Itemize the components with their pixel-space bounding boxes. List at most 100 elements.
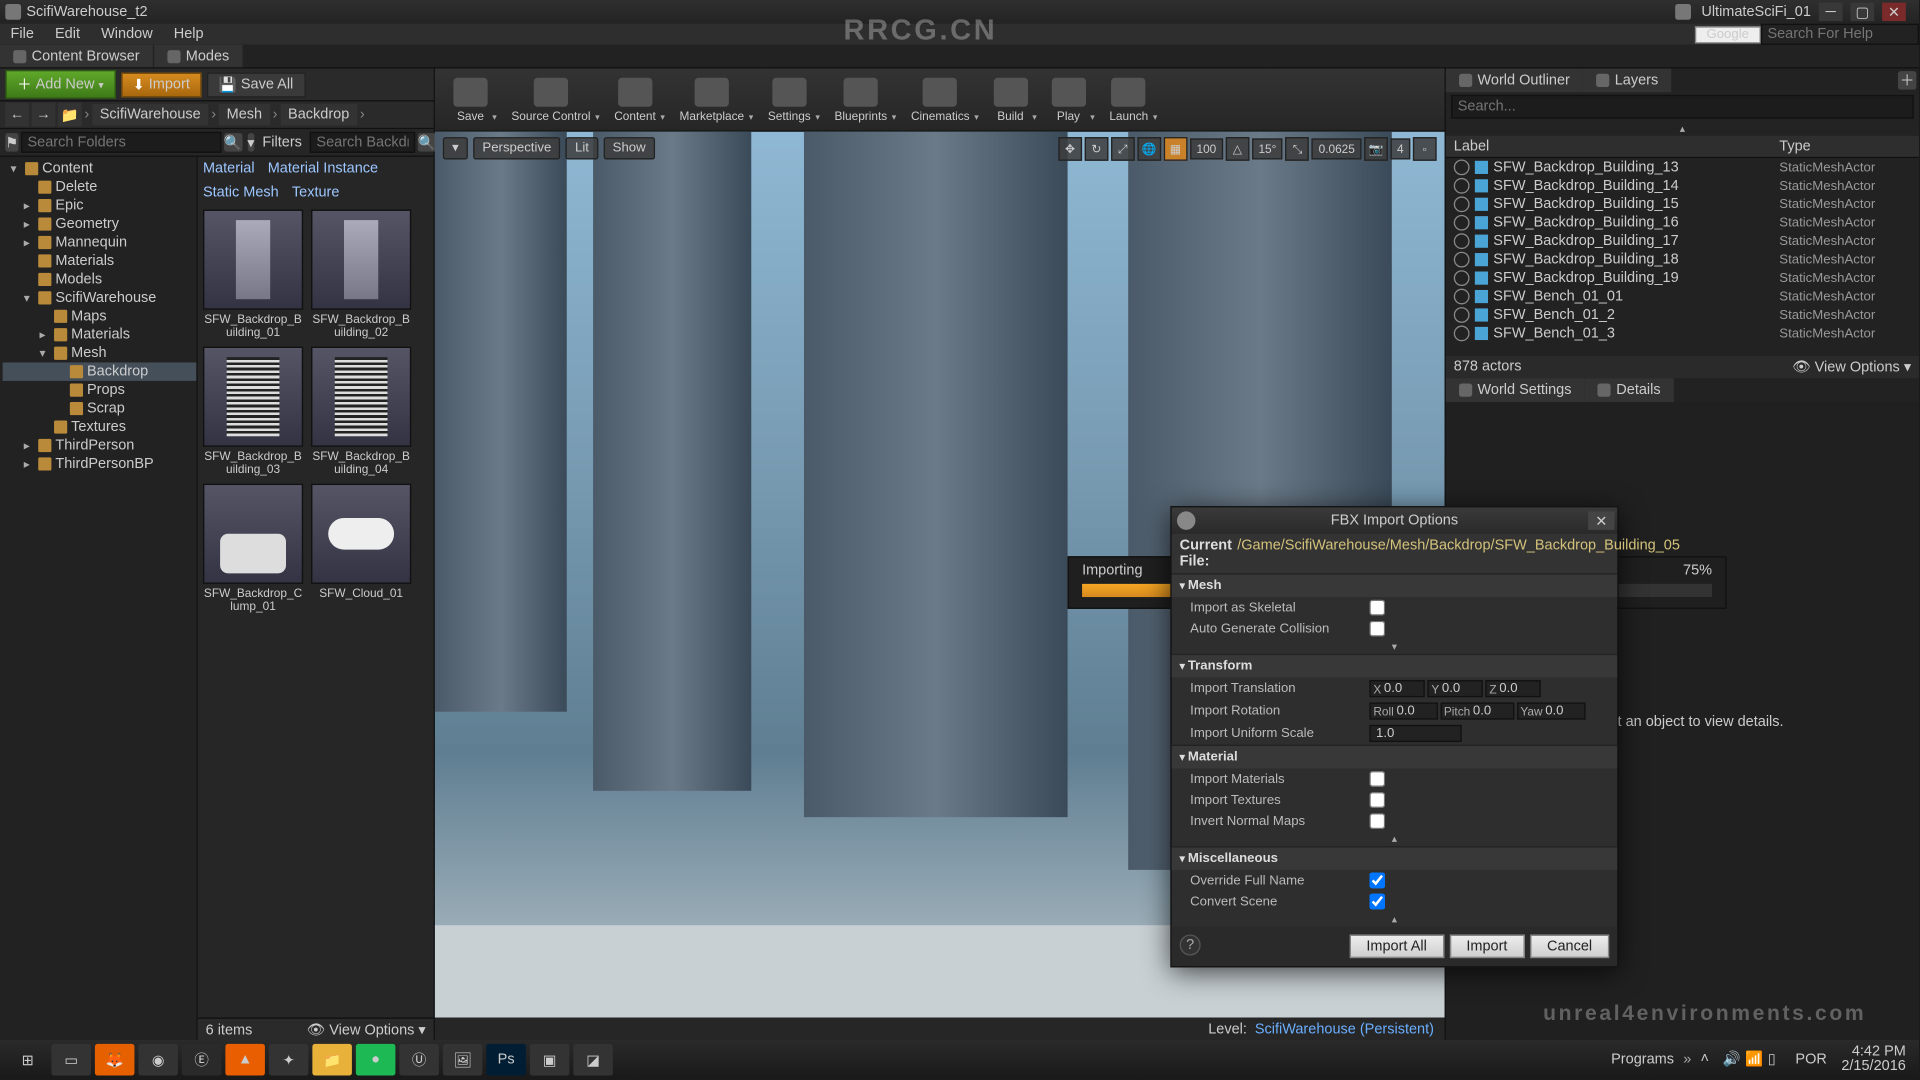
outliner-row[interactable]: SFW_Backdrop_Building_17StaticMeshActor bbox=[1446, 232, 1919, 250]
taskbar-unreal[interactable]: Ⓤ bbox=[399, 1044, 439, 1076]
scale-mode-icon[interactable]: ⤢ bbox=[1111, 137, 1135, 161]
cancel-button[interactable]: Cancel bbox=[1530, 934, 1609, 958]
close-button[interactable]: ✕ bbox=[1882, 3, 1906, 21]
taskbar-vlc[interactable]: ▲ bbox=[225, 1044, 265, 1076]
tree-item[interactable]: ▾Mesh bbox=[3, 344, 197, 362]
outliner-row[interactable]: SFW_Backdrop_Building_16StaticMeshActor bbox=[1446, 214, 1919, 232]
outliner-row[interactable]: SFW_Backdrop_Building_19StaticMeshActor bbox=[1446, 269, 1919, 287]
minimize-button[interactable]: ─ bbox=[1819, 3, 1843, 21]
tree-item[interactable]: ▾ScifiWarehouse bbox=[3, 289, 197, 307]
tab-layers[interactable]: Layers bbox=[1583, 69, 1671, 93]
outliner-row[interactable]: SFW_Backdrop_Building_14StaticMeshActor bbox=[1446, 177, 1919, 195]
tool-source-control[interactable]: Source Control▾ bbox=[501, 74, 601, 124]
rotate-mode-icon[interactable]: ↻ bbox=[1084, 137, 1108, 161]
snap-angle-icon[interactable]: △ bbox=[1226, 137, 1250, 161]
outliner-row[interactable]: SFW_Backdrop_Building_18StaticMeshActor bbox=[1446, 250, 1919, 268]
asset-grid[interactable]: SFW_Backdrop_Building_01SFW_Backdrop_Bui… bbox=[198, 204, 434, 1017]
save-all-button[interactable]: 💾Save All bbox=[207, 72, 305, 97]
tray-volume-icon[interactable]: 🔊 bbox=[1723, 1050, 1741, 1068]
check-import-materials[interactable] bbox=[1369, 771, 1385, 787]
tree-item[interactable]: Textures bbox=[3, 418, 197, 436]
outliner-row[interactable]: SFW_Backdrop_Building_15StaticMeshActor bbox=[1446, 195, 1919, 213]
check-import-textures[interactable] bbox=[1369, 792, 1385, 808]
crumb-2[interactable]: Backdrop bbox=[280, 104, 357, 125]
taskbar-firefox[interactable]: 🦊 bbox=[95, 1044, 135, 1076]
taskbar-app1[interactable]: ✦ bbox=[269, 1044, 309, 1076]
tool-content[interactable]: Content▾ bbox=[604, 74, 667, 124]
snap-scale-icon[interactable]: ⤡ bbox=[1286, 137, 1310, 161]
tab-modes[interactable]: Modes bbox=[154, 45, 244, 67]
check-auto-collision[interactable] bbox=[1369, 621, 1385, 637]
tool-save[interactable]: Save▾ bbox=[443, 74, 498, 124]
filter-icon[interactable]: ⚑ bbox=[5, 133, 18, 151]
tool-build[interactable]: Build▾ bbox=[983, 74, 1038, 124]
expand-mesh[interactable]: ▾ bbox=[1172, 639, 1617, 653]
tree-item[interactable]: ▸Mannequin bbox=[3, 233, 197, 251]
search-icon-2[interactable]: 🔍 bbox=[418, 133, 436, 151]
search-icon[interactable]: 🔍 bbox=[224, 133, 242, 151]
taskbar-photos[interactable]: 🖼 bbox=[443, 1044, 483, 1076]
taskbar-spotify[interactable]: ● bbox=[356, 1044, 396, 1076]
tree-item[interactable]: ▸Geometry bbox=[3, 215, 197, 233]
asset-item[interactable]: SFW_Cloud_01 bbox=[311, 484, 411, 613]
outliner-row[interactable]: SFW_Bench_01_3StaticMeshActor bbox=[1446, 324, 1919, 342]
check-invert-normals[interactable] bbox=[1369, 813, 1385, 829]
crumb-1[interactable]: Mesh bbox=[219, 104, 270, 125]
menu-window[interactable]: Window bbox=[91, 26, 164, 42]
google-dropdown[interactable]: Google bbox=[1695, 26, 1761, 43]
taskbar-programs[interactable]: Programs bbox=[1611, 1052, 1674, 1068]
taskbar-explorer[interactable]: 📁 bbox=[312, 1044, 352, 1076]
nav-fwd-button[interactable]: → bbox=[32, 103, 56, 127]
tree-item[interactable]: ▸Epic bbox=[3, 196, 197, 214]
asset-view-options[interactable]: 👁 View Options ▾ bbox=[307, 1021, 426, 1038]
filter-material-instance[interactable]: Material Instance bbox=[268, 161, 378, 177]
tray-network-icon[interactable]: 📶 bbox=[1745, 1050, 1763, 1068]
rot-pitch[interactable] bbox=[1473, 704, 1510, 718]
section-material[interactable]: Material bbox=[1172, 745, 1617, 769]
outliner-view-options[interactable]: 👁 View Options ▾ bbox=[1792, 358, 1911, 375]
filters-dropdown[interactable]: ▾ bbox=[247, 133, 254, 151]
help-icon[interactable]: ? bbox=[1180, 934, 1201, 955]
level-link[interactable]: ScifiWarehouse (Persistent) bbox=[1255, 1021, 1434, 1037]
tool-marketplace[interactable]: Marketplace▾ bbox=[669, 74, 755, 124]
add-new-button[interactable]: ＋Add New▾ bbox=[5, 70, 115, 99]
viewport-menu[interactable]: ▾ bbox=[443, 137, 468, 159]
import-single-button[interactable]: Import bbox=[1449, 934, 1524, 958]
tree-item[interactable]: Models bbox=[3, 270, 197, 288]
folder-tree[interactable]: ▾ContentDelete▸Epic▸Geometry▸MannequinMa… bbox=[0, 157, 198, 1041]
tool-play[interactable]: Play▾ bbox=[1041, 74, 1096, 124]
snap-grid-value[interactable]: 100 bbox=[1190, 138, 1223, 159]
snap-angle-value[interactable]: 15° bbox=[1252, 138, 1283, 159]
import-button[interactable]: ⬇Import bbox=[121, 72, 202, 97]
task-view-button[interactable]: ▭ bbox=[51, 1044, 91, 1076]
section-transform[interactable]: Transform bbox=[1172, 654, 1617, 678]
coord-mode-icon[interactable]: 🌐 bbox=[1137, 137, 1161, 161]
nav-back-button[interactable]: ← bbox=[5, 103, 29, 127]
outliner-collapse[interactable]: ▴ bbox=[1446, 121, 1919, 135]
section-mesh[interactable]: Mesh bbox=[1172, 573, 1617, 597]
menu-help[interactable]: Help bbox=[163, 26, 214, 42]
tree-item[interactable]: Props bbox=[3, 381, 197, 399]
camera-speed-value[interactable]: 4 bbox=[1390, 138, 1410, 159]
tree-item[interactable]: ▸ThirdPersonBP bbox=[3, 455, 197, 473]
viewport-maximize-icon[interactable]: ▫ bbox=[1413, 137, 1437, 161]
search-folders-input[interactable] bbox=[21, 132, 221, 153]
expand-misc[interactable]: ▴ bbox=[1172, 912, 1617, 926]
tree-item[interactable]: ▸ThirdPerson bbox=[3, 436, 197, 454]
crumb-0[interactable]: ScifiWarehouse bbox=[92, 104, 209, 125]
trans-y[interactable] bbox=[1442, 681, 1479, 695]
viewport-lit[interactable]: Lit bbox=[566, 137, 598, 159]
expand-material[interactable]: ▴ bbox=[1172, 832, 1617, 846]
start-button[interactable]: ⊞ bbox=[8, 1044, 48, 1076]
maximize-button[interactable]: ▢ bbox=[1850, 3, 1874, 21]
tool-cinematics[interactable]: Cinematics▾ bbox=[900, 74, 980, 124]
outliner-row[interactable]: SFW_Backdrop_Building_13StaticMeshActor bbox=[1446, 158, 1919, 176]
tab-details[interactable]: Details bbox=[1585, 378, 1674, 402]
menu-edit[interactable]: Edit bbox=[44, 26, 90, 42]
snap-grid-icon[interactable]: ▦ bbox=[1164, 137, 1188, 161]
tool-blueprints[interactable]: Blueprints▾ bbox=[824, 74, 898, 124]
viewport-show[interactable]: Show bbox=[603, 137, 654, 159]
tray-up-icon[interactable]: ˄ bbox=[1701, 1050, 1719, 1068]
rot-roll[interactable] bbox=[1396, 704, 1433, 718]
add-panel-button[interactable]: ＋ bbox=[1898, 71, 1916, 89]
